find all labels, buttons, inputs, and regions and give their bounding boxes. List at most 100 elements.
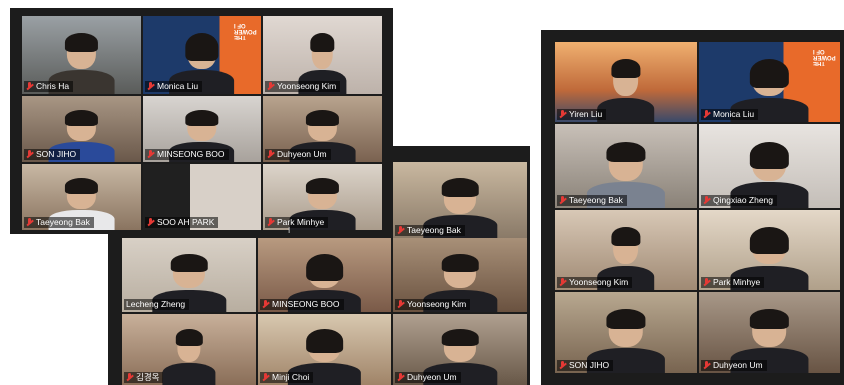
mic-muted-icon	[147, 82, 155, 91]
mic-muted-icon	[703, 361, 711, 370]
participant-name-tag: SON JIHO	[557, 360, 614, 371]
video-tile[interactable]: 김경옥	[122, 314, 256, 385]
participant-name: Qingxiao Zheng	[713, 195, 774, 205]
participant-name-tag: Taeyeong Bak	[24, 217, 94, 228]
participant-name: MINSEONG BOO	[157, 149, 225, 159]
participant-name: MINSEONG BOO	[272, 299, 340, 309]
participant-name-tag: Yoonseong Kim	[395, 299, 471, 310]
mic-muted-icon	[267, 150, 275, 159]
participant-name: Taeyeong Bak	[569, 195, 623, 205]
mic-muted-icon	[559, 278, 567, 287]
mic-muted-icon	[147, 218, 155, 227]
participant-name: Taeyeong Bak	[407, 225, 461, 235]
mic-muted-icon	[397, 373, 405, 382]
participant-name-tag: Minji Choi	[260, 372, 314, 383]
mic-muted-icon	[559, 361, 567, 370]
video-tile[interactable]: Yoonseong Kim	[393, 238, 527, 312]
mic-muted-icon	[126, 373, 134, 382]
participant-name-tag: MINSEONG BOO	[260, 299, 344, 310]
mic-muted-icon	[26, 82, 34, 91]
participant-name: Yoonseong Kim	[277, 81, 337, 91]
participant-name-tag: Yoonseong Kim	[557, 277, 633, 288]
mic-muted-icon	[559, 110, 567, 119]
video-tile[interactable]: Park Minhye	[699, 210, 840, 290]
participant-name-tag: MINSEONG BOO	[145, 149, 229, 160]
participant-name: Lecheng Zheng	[126, 299, 186, 309]
participant-name-tag: Park Minhye	[701, 277, 765, 288]
participant-name: SOO AH PARK	[157, 217, 215, 227]
participant-name-tag: Monica Liu	[701, 109, 759, 120]
mic-muted-icon	[26, 218, 34, 227]
mouse-cursor-icon: I	[288, 226, 291, 235]
participant-name-tag: Lecheng Zheng	[124, 299, 190, 310]
participant-name: Monica Liu	[157, 81, 199, 91]
participant-name-tag: Taeyeong Bak	[395, 225, 465, 236]
participant-name: Duhyeon Um	[277, 149, 327, 159]
participant-name: Yiren Liu	[569, 109, 603, 119]
video-tile[interactable]: Yoonseong Kim	[555, 210, 697, 290]
zoom-gallery-window-a: Chris Ha THE POWER OF I Monica Liu Yoonseo…	[10, 8, 393, 234]
participant-name-tag: Yiren Liu	[557, 109, 607, 120]
video-tile[interactable]: SOO AH PARK	[143, 164, 261, 230]
video-tile[interactable]: Qingxiao Zheng	[699, 124, 840, 208]
participant-name-tag: Yoonseong Kim	[265, 81, 341, 92]
video-tile[interactable]: Chris Ha	[22, 16, 141, 94]
participant-name: Chris Ha	[36, 81, 70, 91]
participant-name-tag: SON JIHO	[24, 149, 81, 160]
participant-name: Taeyeong Bak	[36, 217, 90, 227]
participant-name: Park Minhye	[713, 277, 761, 287]
participant-name-tag: Taeyeong Bak	[557, 195, 627, 206]
mic-muted-icon	[703, 278, 711, 287]
video-tile[interactable]: MINSEONG BOO	[258, 238, 391, 312]
mic-muted-icon	[26, 150, 34, 159]
participant-name-tag: Park Minhye	[265, 217, 329, 228]
participant-name: Yoonseong Kim	[407, 299, 467, 309]
mic-muted-icon	[397, 226, 405, 235]
participant-name: Minji Choi	[272, 372, 310, 382]
participant-name-tag: SOO AH PARK	[145, 217, 219, 228]
mic-muted-icon	[703, 110, 711, 119]
background-logo: THE POWER OF I	[234, 22, 257, 40]
participant-name-tag: Monica Liu	[145, 81, 203, 92]
video-tile[interactable]: Lecheng Zheng	[122, 238, 256, 312]
participant-name: Duhyeon Um	[713, 360, 763, 370]
participant-video	[162, 328, 216, 385]
participant-name: 김경옥	[136, 372, 160, 382]
video-tile[interactable]: SON JIHO	[555, 292, 697, 373]
mic-muted-icon	[703, 196, 711, 205]
participant-name-tag: Duhyeon Um	[395, 372, 461, 383]
participant-name-tag: Duhyeon Um	[701, 360, 767, 371]
mic-muted-icon	[559, 196, 567, 205]
participant-name: SON JIHO	[569, 360, 610, 370]
mic-muted-icon	[267, 82, 275, 91]
zoom-gallery-window-c: Yiren Liu THE POWER OF I Monica Liu Taeyeo…	[541, 30, 844, 385]
video-tile[interactable]: Duhyeon Um	[263, 96, 382, 162]
video-tile[interactable]: SON JIHO	[22, 96, 141, 162]
video-tile[interactable]: Minji Choi	[258, 314, 391, 385]
video-tile[interactable]: THE POWER OF I Monica Liu	[143, 16, 261, 94]
mic-muted-icon	[262, 373, 270, 382]
mic-muted-icon	[147, 150, 155, 159]
video-tile[interactable]: Duhyeon Um	[699, 292, 840, 373]
video-tile[interactable]: Taeyeong Bak	[555, 124, 697, 208]
participant-name-tag: Chris Ha	[24, 81, 74, 92]
background-logo: THE POWER OF I	[813, 48, 836, 66]
video-tile[interactable]: Yoonseong Kim	[263, 16, 382, 94]
mic-muted-icon	[397, 300, 405, 309]
participant-name-tag: Qingxiao Zheng	[701, 195, 778, 206]
participant-name: Yoonseong Kim	[569, 277, 629, 287]
participant-name-tag: 김경옥	[124, 372, 164, 383]
video-tile[interactable]: Park Minhye	[263, 164, 382, 230]
video-tile[interactable]: Duhyeon Um	[393, 314, 527, 385]
video-tile[interactable]: Yiren Liu	[555, 42, 697, 122]
participant-name: SON JIHO	[36, 149, 77, 159]
participant-name-tag: Duhyeon Um	[265, 149, 331, 160]
video-tile[interactable]: MINSEONG BOO	[143, 96, 261, 162]
mic-muted-icon	[262, 300, 270, 309]
mic-muted-icon	[267, 218, 275, 227]
video-tile[interactable]: THE POWER OF I Monica Liu	[699, 42, 840, 122]
participant-name: Park Minhye	[277, 217, 325, 227]
video-tile[interactable]: Taeyeong Bak	[393, 162, 527, 238]
video-tile[interactable]: Taeyeong Bak	[22, 164, 141, 230]
participant-name: Duhyeon Um	[407, 372, 457, 382]
